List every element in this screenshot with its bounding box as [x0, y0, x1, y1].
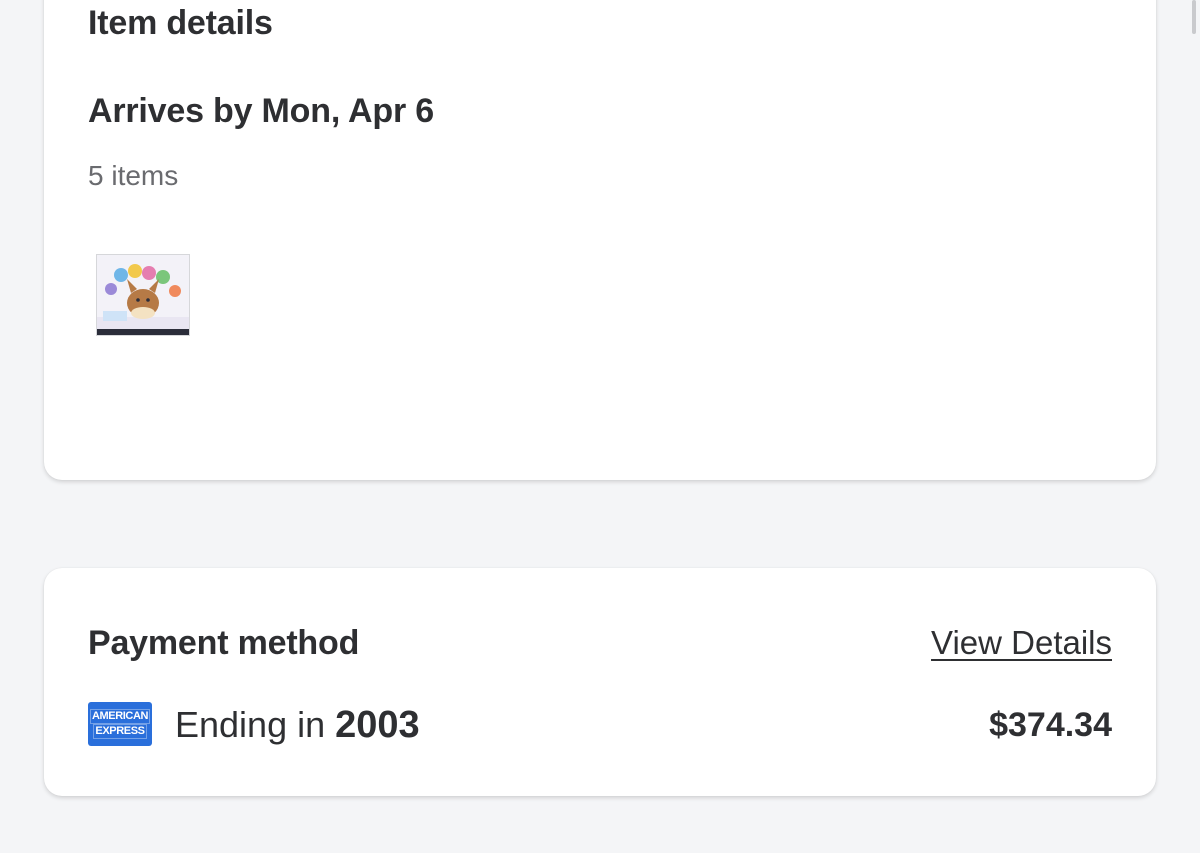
payment-amount: $374.34	[989, 706, 1112, 744]
item-details-card: Item details Arrives by Mon, Apr 6 5 ite…	[44, 0, 1156, 480]
product-thumbnail[interactable]	[96, 254, 190, 336]
item-details-title: Item details	[88, 4, 273, 42]
amex-brand-line-2: EXPRESS	[93, 724, 147, 739]
payment-method-title: Payment method	[88, 624, 360, 662]
view-details-link[interactable]: View Details	[931, 624, 1112, 662]
card-ending-digits: 2003	[335, 704, 420, 746]
scrollbar-thumb[interactable]	[1192, 0, 1196, 34]
card-ending-prefix: Ending in	[175, 704, 326, 745]
card-ending: Ending in 2003	[175, 704, 420, 747]
arrival-date: Arrives by Mon, Apr 6	[88, 92, 434, 130]
amex-card-icon: AMERICAN EXPRESS	[88, 702, 152, 746]
amex-brand-line-1: AMERICAN	[89, 709, 151, 724]
product-box-image-icon	[97, 255, 189, 335]
scrollbar[interactable]	[1186, 0, 1200, 853]
payment-method-card: Payment method View Details AMERICAN EXP…	[44, 568, 1156, 796]
item-count: 5 items	[88, 160, 179, 191]
